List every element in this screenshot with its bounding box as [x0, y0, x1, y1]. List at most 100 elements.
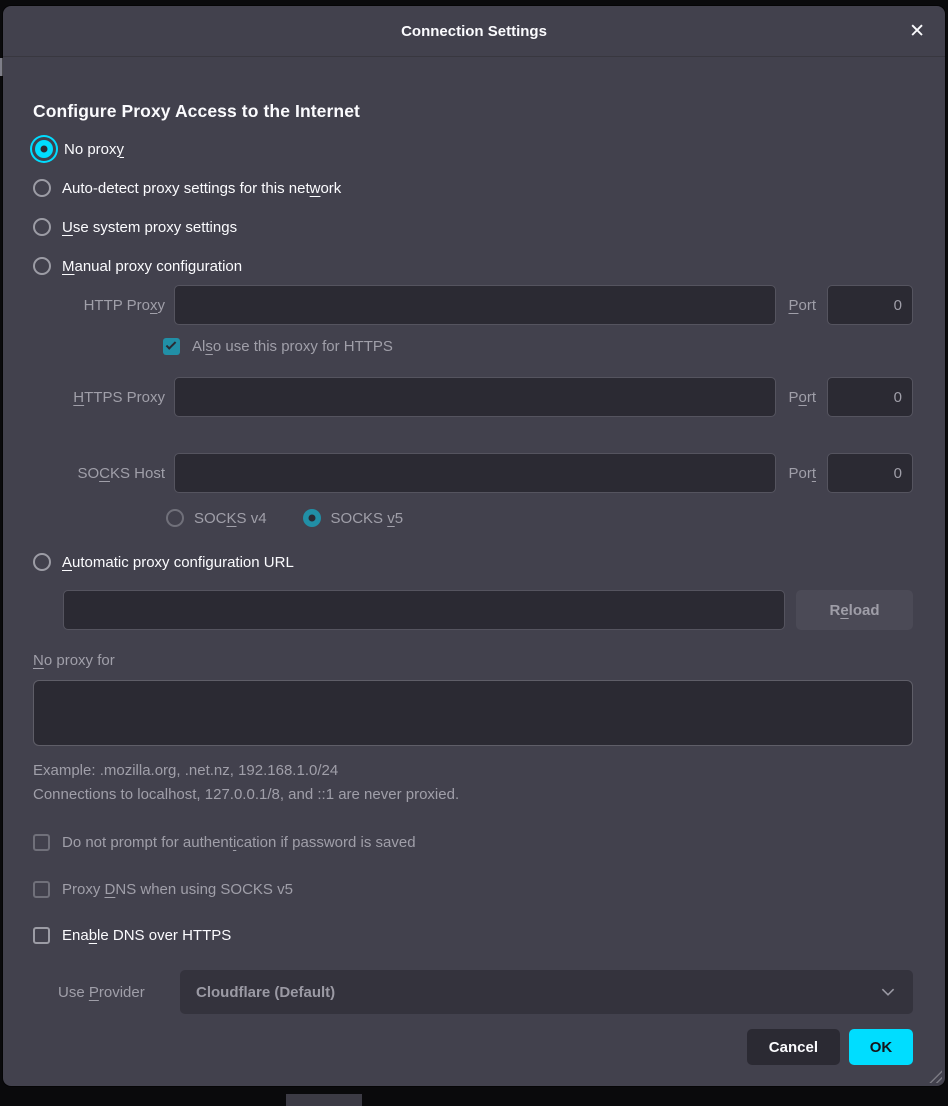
no-proxy-for-textarea[interactable] [33, 680, 913, 746]
reload-button-label: Reload [829, 602, 879, 619]
access-key: P [788, 297, 798, 314]
radio-button-icon [33, 218, 51, 236]
access-key: M [62, 258, 75, 275]
label-text: o proxy for [44, 652, 115, 669]
access-key: t [812, 465, 816, 482]
connection-settings-dialog: Connection Settings ✕ Configure Proxy Ac… [3, 6, 945, 1086]
no-prompt-auth-checkbox-row: Do not prompt for authentication if pass… [33, 831, 913, 853]
checkmark-icon [166, 339, 177, 350]
http-port-label: Port [788, 297, 816, 314]
label-text: R [829, 602, 840, 619]
socks-host-row: SOCKS Host Port [33, 453, 913, 493]
enable-doh-checkbox-row[interactable]: Enable DNS over HTTPS [33, 924, 913, 946]
socks-v4-label: SOCKS v4 [194, 510, 267, 527]
radio-button-icon [303, 509, 321, 527]
radio-use-system[interactable]: Use system proxy settings [33, 216, 913, 238]
access-key: K [227, 510, 237, 527]
access-key: o [798, 389, 806, 406]
manual-proxy-section: HTTP Proxy Port Also use this proxy for … [33, 285, 913, 529]
proxy-mode-radio-group: No proxy Auto-detect proxy settings for … [33, 138, 913, 277]
dialog-content: Configure Proxy Access to the Internet N… [3, 57, 945, 1086]
socks-host-label: SOCKS Host [33, 465, 165, 482]
label-text: SOCKS [331, 510, 388, 527]
also-https-label: Also use this proxy for HTTPS [192, 338, 393, 355]
label-text: P [788, 389, 798, 406]
access-key: b [89, 927, 97, 944]
label-text: Al [192, 338, 205, 355]
access-key: A [62, 554, 72, 571]
no-proxy-example-text: Example: .mozilla.org, .net.nz, 192.168.… [33, 762, 913, 779]
automatic-url-input [63, 590, 785, 630]
checkbox-icon [33, 834, 50, 851]
radio-autodetect-label: Auto-detect proxy settings for this netw… [62, 180, 341, 197]
ok-button[interactable]: OK [849, 1029, 913, 1065]
background-page-fragment [286, 1094, 362, 1106]
socks-host-input [174, 453, 776, 493]
use-provider-label: Use Provider [58, 984, 180, 1001]
access-key: N [33, 652, 44, 669]
close-icon: ✕ [909, 21, 925, 42]
also-https-checkbox-row: Also use this proxy for HTTPS [163, 335, 913, 357]
radio-no-proxy-label: No proxy [64, 141, 124, 158]
proxy-dns-label: Proxy DNS when using SOCKS v5 [62, 881, 293, 898]
provider-selected-value: Cloudflare (Default) [196, 984, 879, 1001]
dialog-titlebar: Connection Settings ✕ [3, 6, 945, 57]
label-text: NS when using SOCKS v5 [115, 881, 293, 898]
http-proxy-row: HTTP Proxy Port [33, 285, 913, 325]
label-text: No prox [64, 141, 117, 158]
https-proxy-label: HTTPS Proxy [33, 389, 165, 406]
label-text: ort [798, 297, 816, 314]
label-text: anual proxy configuration [75, 258, 243, 275]
access-key: s [205, 338, 213, 355]
access-key: e [840, 602, 848, 619]
socks-version-radio-group: SOCKS v4 SOCKS v5 [166, 507, 913, 529]
label-text: rovider [99, 984, 145, 1001]
label-text: ork [320, 180, 341, 197]
radio-button-icon [33, 257, 51, 275]
label-text: SOC [194, 510, 227, 527]
label-text: TTPS Proxy [84, 389, 165, 406]
label-text: Auto-detect proxy settings for this net [62, 180, 310, 197]
label-text: se system proxy settings [73, 219, 237, 236]
no-proxy-for-label: No proxy for [33, 652, 913, 672]
label-text: o use this proxy for HTTPS [213, 338, 393, 355]
close-button[interactable]: ✕ [905, 18, 929, 45]
radio-button-icon [35, 140, 53, 158]
cancel-button[interactable]: Cancel [747, 1029, 840, 1065]
radio-use-system-label: Use system proxy settings [62, 219, 237, 236]
socks-port-label: Port [788, 465, 816, 482]
access-key: H [73, 389, 84, 406]
doh-provider-row: Use Provider Cloudflare (Default) [58, 970, 913, 1014]
radio-automatic-url[interactable]: Automatic proxy configuration URL [33, 551, 913, 573]
label-text: utomatic proxy configuration URL [72, 554, 294, 571]
chevron-down-icon [879, 983, 897, 1001]
access-key: D [105, 881, 116, 898]
provider-select: Cloudflare (Default) [180, 970, 913, 1014]
socks-port-input [827, 453, 913, 493]
label-text: SO [77, 465, 99, 482]
access-key: v [387, 510, 395, 527]
access-key: w [310, 180, 321, 197]
checkbox-icon [163, 338, 180, 355]
radio-manual-label: Manual proxy configuration [62, 258, 242, 275]
access-key: C [99, 465, 110, 482]
checkbox-icon [33, 927, 50, 944]
radio-manual[interactable]: Manual proxy configuration [33, 255, 913, 277]
no-prompt-auth-label: Do not prompt for authentication if pass… [62, 834, 416, 851]
label-text: load [849, 602, 880, 619]
radio-automatic-url-label: Automatic proxy configuration URL [62, 554, 294, 571]
http-proxy-label: HTTP Proxy [33, 297, 165, 314]
radio-autodetect[interactable]: Auto-detect proxy settings for this netw… [33, 177, 913, 199]
http-proxy-input [174, 285, 776, 325]
label-text: Use [58, 984, 89, 1001]
https-proxy-input [174, 377, 776, 417]
label-text: S v4 [237, 510, 267, 527]
checkbox-icon [33, 881, 50, 898]
dialog-footer: Cancel OK [33, 1029, 913, 1065]
enable-doh-label: Enable DNS over HTTPS [62, 927, 231, 944]
label-text: cation if password is saved [236, 834, 415, 851]
https-proxy-row: HTTPS Proxy Port [33, 377, 913, 417]
access-key: x [150, 297, 158, 314]
radio-no-proxy[interactable]: No proxy [33, 138, 913, 160]
radio-button-icon [33, 179, 51, 197]
